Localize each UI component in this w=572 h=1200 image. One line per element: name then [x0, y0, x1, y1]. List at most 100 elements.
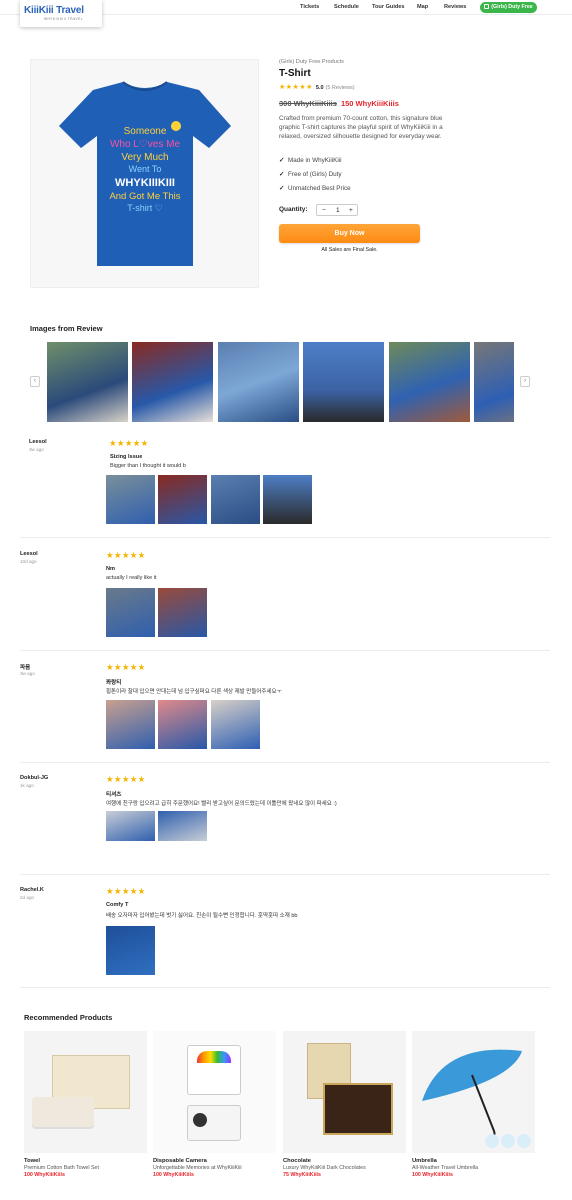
review-photo[interactable]	[106, 926, 155, 975]
review-item: 파음 3w ago ★★★★★ 퐈랑티 횡톤이라 찰대 입으면 안대는데 넘 입…	[20, 662, 550, 763]
review-date: 3w ago	[20, 671, 35, 676]
quantity-label: Quantity:	[279, 206, 308, 213]
review-title: 퐈랑티	[106, 680, 122, 686]
shirt-line-1: Someone	[124, 126, 167, 137]
review-date: 2d ago	[20, 895, 35, 900]
review-title: 티셔츠	[106, 792, 122, 798]
feature-item: ✓ Free of (Girls) Duty	[279, 171, 342, 178]
review-photo[interactable]	[158, 700, 207, 749]
review-item: Rachel.K 2d ago ★★★★★ Comfy T 배송 오자마자 입어…	[20, 886, 550, 988]
review-photo[interactable]	[474, 342, 514, 422]
old-price: 300 WhyKiiiKiiis	[279, 99, 337, 108]
product-name: Umbrella	[412, 1158, 437, 1164]
nav-schedule[interactable]: Schedule	[334, 4, 359, 10]
recommended-product[interactable]: Chocolate Luxury WhyKiiiKiii Dark Chocol…	[283, 1031, 406, 1178]
nav-tickets[interactable]: Tickets	[300, 4, 319, 10]
shop-icon	[484, 4, 490, 9]
shirt-line-2: Who L♡ves Me	[110, 139, 181, 150]
product-desc: Luxury WhyKiiiKiii Dark Chocolates	[283, 1165, 366, 1171]
product-category[interactable]: (Girls) Duty Free Products	[279, 59, 344, 65]
shirt-line-5: WHYKIIIKIII	[115, 177, 175, 189]
review-stars: ★★★★★	[106, 886, 146, 896]
final-sale-note: All Sales are Final Sale.	[321, 247, 378, 253]
decrease-button[interactable]: −	[322, 207, 326, 214]
review-photo[interactable]	[106, 811, 155, 841]
review-date: 1k ago	[20, 783, 34, 788]
product-price: 100 WhyKiiiKiiis	[24, 1172, 65, 1178]
product-desc: Premium Cotton Bath Towel Set	[24, 1165, 99, 1171]
recommended-heading: Recommended Products	[24, 1013, 113, 1022]
review-photo[interactable]	[389, 342, 470, 422]
review-stars: ★★★★★	[106, 662, 146, 672]
review-item: Leesol 10d ago ★★★★★ Nm actually I reall…	[20, 550, 550, 651]
review-photo[interactable]	[47, 342, 128, 422]
review-photo[interactable]	[158, 475, 207, 524]
review-body: 배송 오자마자 입어봤는데 벗기 싫어요. 친손이 될수뻔 인정합니다. 훗딱훗…	[106, 913, 298, 919]
shirt-line-7: T-shirt ♡	[127, 203, 163, 213]
umbrella-icon	[422, 1049, 531, 1148]
recommended-product[interactable]: Towel Premium Cotton Bath Towel Set 100 …	[24, 1031, 147, 1178]
site-logo[interactable]: KiiiKiii Travel WHYKIIIKIII TRAVEL	[20, 0, 102, 27]
review-photo[interactable]	[211, 475, 260, 524]
review-images-heading: Images from Review	[30, 324, 103, 333]
shirt-line-3: Very Much	[121, 152, 168, 163]
review-photo[interactable]	[263, 475, 312, 524]
shirt-line-4: Went To	[129, 164, 162, 174]
review-photo[interactable]	[218, 342, 299, 422]
camera-image	[153, 1031, 276, 1153]
review-photo[interactable]	[158, 811, 207, 841]
quantity-value[interactable]: 1	[336, 207, 340, 214]
review-photo[interactable]	[158, 588, 207, 637]
feature-item: ✓ Made in WhyKiiiKiii	[279, 157, 342, 164]
duty-free-label: (Girls) Duty Free	[491, 4, 533, 10]
increase-button[interactable]: +	[349, 207, 353, 214]
nav-map[interactable]: Map	[417, 4, 428, 10]
review-body: Bigger than I thought it would b	[110, 463, 186, 469]
review-count[interactable]: (5 Reviews)	[326, 85, 355, 91]
check-icon: ✓	[279, 157, 285, 164]
product-name: Chocolate	[283, 1158, 312, 1164]
product-name: Disposable Camera	[153, 1158, 207, 1164]
chocolate-image	[283, 1031, 406, 1153]
review-body: 여행에 친구랑 입으려고 급히 주문했어요! 빨리 받고싶어 문의드렸는데 이틀…	[106, 801, 337, 807]
towel-image	[24, 1031, 147, 1153]
review-title: Nm	[106, 566, 116, 572]
carousel-prev-button[interactable]: ‹	[30, 376, 40, 387]
rating-score: 5.0	[315, 85, 324, 91]
sale-price: 150 WhyKiiiKiiis	[340, 99, 399, 108]
quantity-stepper[interactable]: − 1 +	[316, 204, 358, 216]
buy-now-button[interactable]: Buy Now	[279, 224, 420, 243]
duty-free-button[interactable]: (Girls) Duty Free	[480, 2, 537, 13]
product-price: 75 WhyKiiiKiiis	[283, 1172, 321, 1178]
check-icon: ✓	[279, 171, 285, 178]
recommended-product[interactable]: Disposable Camera Unforgettable Memories…	[153, 1031, 276, 1178]
review-photo[interactable]	[106, 700, 155, 749]
review-title: Comfy T	[106, 902, 129, 908]
check-icon: ✓	[279, 185, 285, 192]
nav-tour-guides[interactable]: Tour Guides	[372, 4, 405, 10]
review-images-carousel	[47, 342, 514, 422]
logo-subtext: WHYKIIIKIII TRAVEL	[44, 17, 83, 21]
product-price: 300 WhyKiiiKiiis 150 WhyKiiiKiiis	[279, 99, 399, 108]
product-desc: Unforgettable Memories at WhyKiiiKiii	[153, 1165, 242, 1171]
review-photo[interactable]	[132, 342, 213, 422]
product-price: 100 WhyKiiiKiiis	[412, 1172, 453, 1178]
product-image: Someone Who L♡ves Me Very Much Went To W…	[30, 59, 259, 288]
product-price: 100 WhyKiiiKiiis	[153, 1172, 194, 1178]
review-stars: ★★★★★	[106, 550, 146, 560]
review-stars: ★★★★★	[106, 774, 146, 784]
product-title: T-Shirt	[279, 68, 311, 79]
review-item: Leesol 3w ago ★★★★★ Sizing Issue Bigger …	[20, 438, 550, 538]
recommended-product[interactable]: Umbrella All-Weather Travel Umbrella 100…	[412, 1031, 535, 1178]
feature-item: ✓ Unmatched Best Price	[279, 185, 351, 192]
carousel-next-button[interactable]: ›	[520, 376, 530, 387]
reviewer-name: Leesol	[20, 551, 38, 557]
review-photo[interactable]	[211, 700, 260, 749]
review-photo[interactable]	[106, 475, 155, 524]
product-name: Towel	[24, 1158, 40, 1164]
review-body: 횡톤이라 찰대 입으면 안대는데 넘 입구싶퍼요 다른 색상 제발 만들어주세요…	[106, 689, 282, 695]
review-photo[interactable]	[106, 588, 155, 637]
review-photo[interactable]	[303, 342, 384, 422]
product-desc: All-Weather Travel Umbrella	[412, 1165, 479, 1171]
nav-reviews[interactable]: Reviews	[444, 4, 466, 10]
